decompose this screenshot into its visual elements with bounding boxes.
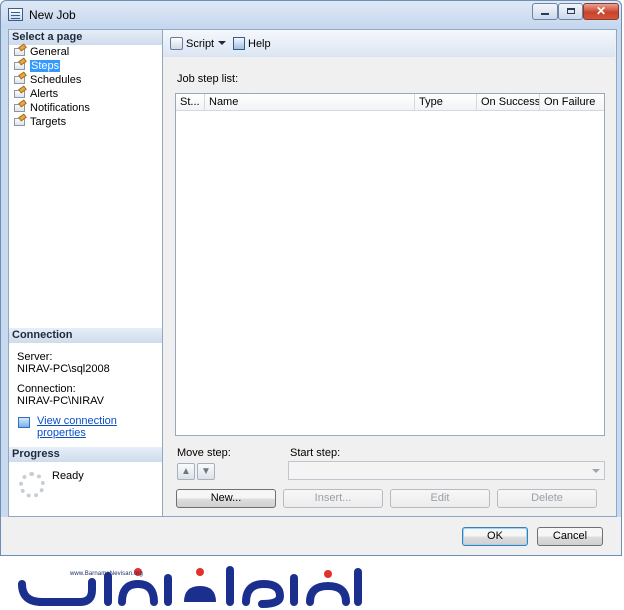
column-header-type[interactable]: Type — [415, 94, 477, 110]
sidebar-item-label: General — [30, 46, 70, 58]
connection-header: Connection — [9, 328, 162, 343]
close-icon: ✕ — [595, 4, 607, 18]
sidebar-item-label: Schedules — [30, 74, 82, 86]
title-bar[interactable]: New Job ✕ — [1, 1, 621, 28]
job-step-list-label: Job step list: — [177, 73, 239, 85]
select-page-header: Select a page — [9, 30, 162, 45]
sidebar-item-alerts[interactable]: Alerts — [14, 87, 58, 101]
sidebar-item-label: Targets — [30, 116, 67, 128]
progress-header: Progress — [9, 447, 162, 462]
sidebar-item-label: Notifications — [30, 102, 90, 114]
dialog-footer: OK Cancel — [1, 517, 621, 555]
page-icon — [14, 45, 27, 57]
right-pane: Script Help Job step list: St... Name Ty… — [163, 29, 617, 517]
move-step-up-button[interactable]: ▲ — [177, 463, 195, 480]
insert-step-button[interactable]: Insert... — [283, 489, 383, 508]
sidebar-item-targets[interactable]: Targets — [14, 115, 66, 129]
start-step-label: Start step: — [290, 447, 341, 459]
column-header-on-failure[interactable]: On Failure — [540, 94, 604, 110]
window-title: New Job — [29, 8, 76, 22]
sidebar-item-label: Steps — [30, 60, 61, 72]
chevron-down-icon — [592, 469, 600, 473]
page-icon — [14, 73, 27, 85]
arrow-down-icon: ▼ — [201, 466, 211, 477]
connection-properties-icon — [18, 417, 30, 428]
minimize-button[interactable] — [532, 3, 558, 20]
connection-label: Connection: — [17, 383, 76, 395]
edit-step-button[interactable]: Edit — [390, 489, 490, 508]
sidebar-item-steps[interactable]: Steps — [14, 59, 61, 73]
view-connection-properties-link[interactable]: View connection properties — [37, 415, 162, 439]
help-button[interactable]: Help — [233, 37, 271, 51]
column-header-name[interactable]: Name — [205, 94, 415, 110]
new-job-window: New Job ✕ Select a page General Steps Sc… — [0, 0, 622, 556]
minimize-icon — [541, 13, 549, 15]
close-button[interactable]: ✕ — [583, 3, 619, 20]
barnamenevisan-logo — [18, 566, 362, 608]
maximize-button[interactable] — [558, 3, 583, 20]
page-icon — [14, 59, 27, 71]
toolbar: Script Help — [163, 30, 615, 57]
arrow-up-icon: ▲ — [181, 466, 191, 477]
server-label: Server: — [17, 351, 53, 363]
move-step-down-button[interactable]: ▼ — [197, 463, 215, 480]
script-label: Script — [186, 38, 215, 50]
watermark-url: www.BarnameNevisan.org — [70, 571, 143, 577]
progress-spinner-icon — [19, 472, 45, 498]
sidebar-item-general[interactable]: General — [14, 45, 69, 59]
start-step-select[interactable] — [288, 461, 605, 480]
job-step-grid[interactable]: St... Name Type On Success On Failure — [175, 93, 605, 436]
script-icon — [170, 37, 183, 50]
delete-step-button[interactable]: Delete — [497, 489, 597, 508]
chevron-down-icon[interactable] — [218, 41, 227, 45]
page-icon — [14, 101, 27, 113]
help-icon — [233, 37, 245, 50]
new-step-button[interactable]: New... — [176, 489, 276, 508]
progress-status: Ready — [52, 470, 84, 482]
app-icon — [8, 8, 23, 21]
page-icon — [14, 115, 27, 127]
maximize-icon — [566, 8, 575, 14]
page-icon — [14, 87, 27, 99]
script-button[interactable]: Script — [170, 37, 227, 51]
cancel-button[interactable]: Cancel — [537, 527, 603, 546]
column-header-on-success[interactable]: On Success — [477, 94, 540, 110]
column-header-step[interactable]: St... — [176, 94, 205, 110]
sidebar-item-notifications[interactable]: Notifications — [14, 101, 90, 115]
help-label: Help — [248, 38, 271, 50]
grid-header: St... Name Type On Success On Failure — [176, 94, 604, 111]
ok-button[interactable]: OK — [462, 527, 528, 546]
left-pane: Select a page General Steps Schedules Al… — [8, 29, 163, 517]
sidebar-item-label: Alerts — [30, 88, 59, 100]
server-value: NIRAV-PC\sql2008 — [17, 363, 110, 375]
move-step-label: Move step: — [177, 447, 231, 459]
connection-value: NIRAV-PC\NIRAV — [17, 395, 104, 407]
